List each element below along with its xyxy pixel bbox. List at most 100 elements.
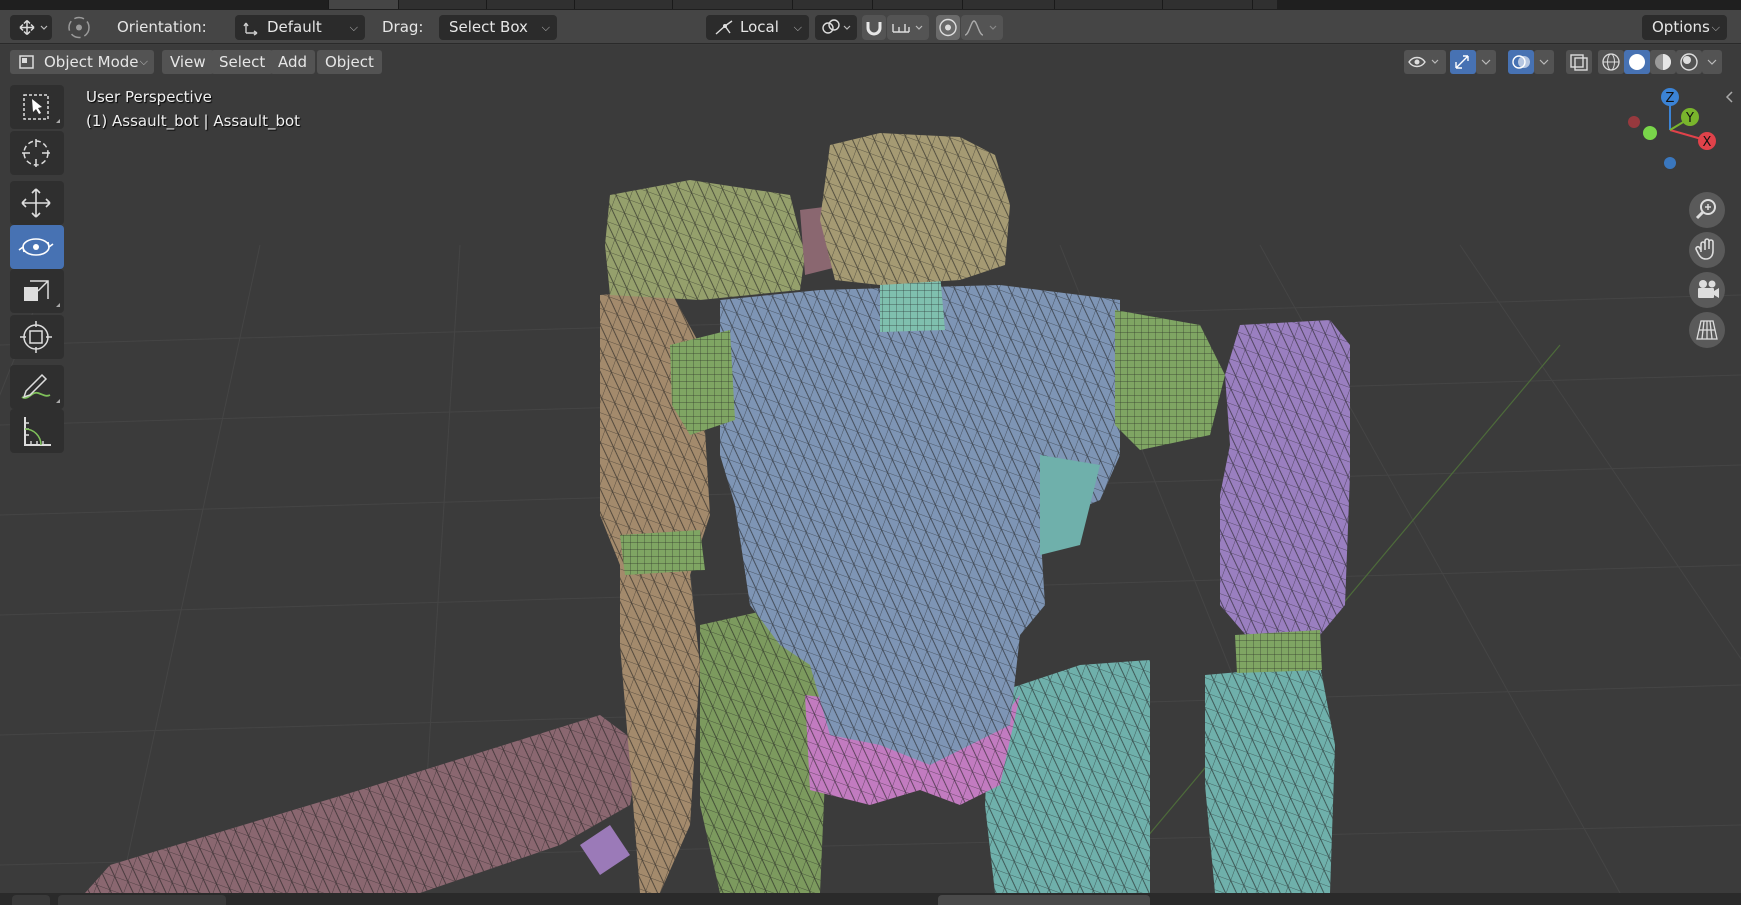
proportional-editing-toggle[interactable] [936, 15, 960, 40]
workspace-tab[interactable] [962, 0, 1055, 9]
gizmo-dropdown[interactable] [1476, 50, 1496, 74]
wireframe-sphere-icon [1602, 53, 1620, 71]
mode-dropdown[interactable]: Object Mode ⌵ [10, 50, 154, 74]
tool-transform[interactable] [10, 315, 64, 359]
chevron-down-icon: ⌵ [1711, 21, 1720, 34]
workspace-tab[interactable] [486, 0, 575, 9]
solid-sphere-icon [1629, 54, 1645, 70]
orientation-icon [243, 22, 258, 36]
chevron-down-icon: ⌵ [541, 21, 550, 34]
tool-move[interactable] [10, 181, 64, 225]
gizmo-z-label: Z [1666, 91, 1675, 106]
rotate-icon [18, 238, 54, 256]
proportional-icon [939, 18, 957, 37]
menu-add[interactable]: Add [270, 50, 316, 74]
shading-solid[interactable] [1624, 50, 1650, 74]
add-workspace-tab[interactable] [1252, 0, 1277, 9]
snap-target-dropdown[interactable] [887, 15, 929, 40]
transform-tool-dropdown[interactable] [10, 15, 52, 40]
overlays-dropdown[interactable] [1534, 50, 1554, 74]
annotate-pencil-icon [21, 373, 60, 403]
shading-dropdown[interactable] [1702, 50, 1722, 74]
head-mesh [820, 133, 1010, 285]
tool-measure[interactable] [10, 409, 64, 453]
workspace-tab[interactable] [872, 0, 963, 9]
menu-select[interactable]: Select [211, 50, 274, 74]
zoom-button[interactable] [1689, 192, 1725, 228]
zoom-icon [1695, 199, 1716, 220]
gizmo-x-label: X [1703, 135, 1712, 150]
right-arm-mesh [1220, 320, 1350, 673]
workspace-tab[interactable] [328, 0, 399, 9]
menu-view[interactable]: View [162, 50, 214, 74]
chevron-down-icon: ⌵ [349, 21, 358, 34]
drag-dropdown[interactable]: Select Box ⌵ [439, 15, 557, 40]
pivot-point-dropdown[interactable] [815, 15, 857, 40]
workspace-tab[interactable] [792, 0, 873, 9]
playback-controls[interactable] [938, 895, 1150, 905]
gizmo-icon [1455, 55, 1469, 69]
transform-tool-icon [20, 321, 52, 353]
camera-icon [1698, 280, 1719, 298]
shading-rendered[interactable] [1676, 50, 1702, 74]
tool-annotate[interactable] [10, 365, 64, 409]
tool-rotate[interactable] [10, 225, 64, 269]
tool-select-box[interactable] [10, 85, 64, 129]
shading-wireframe[interactable] [1598, 50, 1624, 74]
overlays-toggle[interactable] [1508, 50, 1534, 74]
status-bar-field[interactable] [58, 895, 226, 905]
orientation-dropdown[interactable]: Default ⌵ [235, 15, 365, 40]
overlays-icon [1512, 55, 1530, 69]
status-bar [0, 893, 1741, 905]
object-info: (1) Assault_bot | Assault_bot [86, 112, 301, 130]
workspace-tab[interactable] [1054, 0, 1163, 9]
cursor-icon [22, 139, 50, 167]
options-label: Options [1652, 18, 1710, 36]
xray-toggle[interactable] [1566, 50, 1592, 74]
transform-pivot-dropdown[interactable]: Local ⌵ [706, 15, 809, 40]
tool-cursor[interactable] [10, 131, 64, 175]
workspace-tab[interactable] [398, 0, 487, 9]
drag-value: Select Box [449, 18, 528, 36]
pivot-value: Local [740, 18, 779, 36]
3d-viewport[interactable]: Object Mode ⌵ View Select Add Object Use… [0, 45, 1741, 893]
perspective-toggle-button[interactable] [1689, 312, 1725, 348]
tool-scale[interactable] [10, 269, 64, 313]
eye-icon [1408, 56, 1439, 68]
falloff-curve-icon [964, 20, 997, 36]
snap-toggle[interactable] [862, 15, 886, 40]
orientation-label: Orientation: [117, 18, 207, 36]
camera-view-button[interactable] [1689, 272, 1725, 308]
gizmo-y-label: Y [1685, 111, 1694, 126]
scale-icon [24, 280, 60, 307]
options-dropdown[interactable]: Options ⌵ [1642, 15, 1727, 40]
workspace-tab[interactable] [672, 0, 793, 9]
workspace-tabs [0, 0, 1741, 10]
viewport-scene [0, 45, 1741, 893]
chevron-down-icon: ⌵ [793, 21, 802, 34]
select-box-icon [23, 94, 60, 123]
visibility-dropdown[interactable] [1404, 50, 1446, 74]
move-icon [21, 188, 51, 218]
orientation-value: Default [267, 18, 322, 36]
navigation-gizmo[interactable]: Z Y X [1620, 85, 1730, 185]
xray-icon [1570, 54, 1588, 71]
transform-icon [19, 19, 48, 36]
chevron-down-icon [1481, 59, 1491, 65]
orbit-icon [68, 16, 90, 39]
workspace-tab[interactable] [1162, 0, 1253, 9]
view-name: User Perspective [86, 88, 212, 106]
menu-object[interactable]: Object [317, 50, 382, 74]
gizmo-toggle[interactable] [1450, 50, 1476, 74]
ruler-icon [24, 417, 51, 446]
status-bar-button[interactable] [12, 895, 50, 905]
rendered-sphere-icon [1680, 53, 1698, 71]
tool-settings-header: Orientation: Default ⌵ Drag: Select Box … [0, 10, 1741, 44]
chevron-down-icon: ⌵ [139, 55, 148, 68]
shading-material[interactable] [1650, 50, 1676, 74]
snap-increment-icon [892, 24, 923, 33]
sidebar-toggle-icon[interactable] [1722, 87, 1738, 107]
pan-button[interactable] [1689, 232, 1725, 268]
falloff-dropdown[interactable] [961, 15, 1003, 40]
workspace-tab[interactable] [574, 0, 673, 9]
